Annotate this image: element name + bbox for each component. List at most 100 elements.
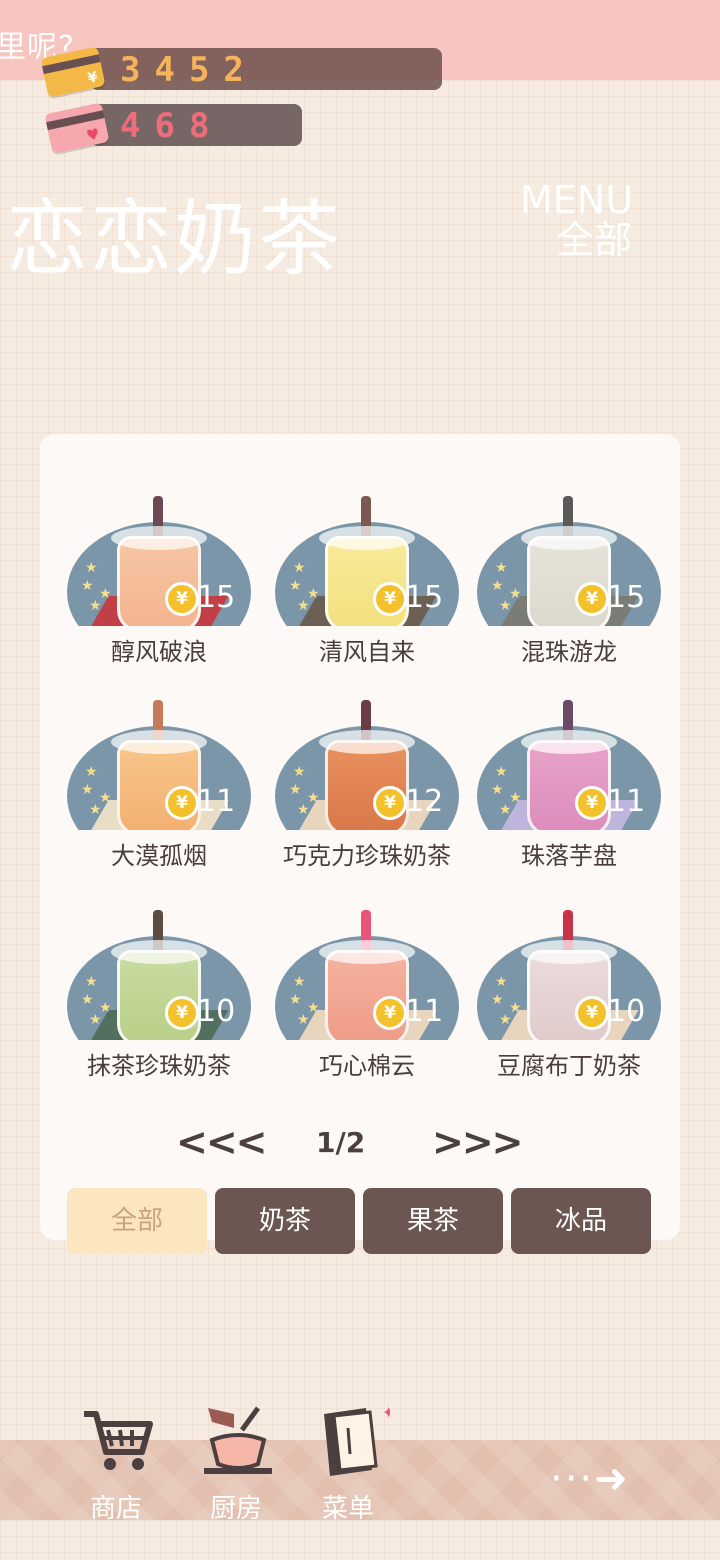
item-price: 11 <box>197 784 236 819</box>
star-icon: ★ <box>509 1000 522 1016</box>
drink-illustration: ★ ★ ★ ★ ¥11 <box>67 690 251 830</box>
star-icon: ★ <box>307 1000 320 1016</box>
item-price: 10 <box>197 994 236 1029</box>
star-icon: ★ <box>85 764 98 780</box>
drink-illustration: ★ ★ ★ ★ ¥15 <box>477 486 661 626</box>
star-icon: ★ <box>293 974 306 990</box>
item-name: 巧心棉云 <box>319 1052 415 1080</box>
star-icon: ★ <box>495 974 508 990</box>
item-price: 15 <box>405 580 444 615</box>
drink-illustration: ★ ★ ★ ★ ¥10 <box>477 900 661 1040</box>
menu-item-card[interactable]: ★ ★ ★ ★ ¥11 巧心棉云 <box>272 900 462 1100</box>
star-icon: ★ <box>85 560 98 576</box>
star-icon: ★ <box>307 586 320 602</box>
menu-item-card[interactable]: ★ ★ ★ ★ ¥15 混珠游龙 <box>474 486 664 686</box>
star-icon: ★ <box>293 764 306 780</box>
star-icon: ★ <box>495 764 508 780</box>
page-indicator: 1/2 <box>316 1126 366 1159</box>
menu-item-card[interactable]: ★ ★ ★ ★ ¥15 醇风破浪 <box>64 486 254 686</box>
nav-menu-button[interactable]: ✦ 菜单 <box>298 1400 398 1530</box>
cart-icon <box>84 1411 153 1470</box>
coin-icon: ¥ <box>165 582 199 616</box>
menu-item-card[interactable]: ★ ★ ★ ★ ¥11 大漠孤烟 <box>64 690 254 890</box>
star-icon: ★ <box>85 974 98 990</box>
item-name: 清风自来 <box>319 638 415 666</box>
shop-title: 恋恋奶茶 <box>6 192 343 287</box>
drink-illustration: ★ ★ ★ ★ ¥10 <box>67 900 251 1040</box>
coin-icon: ¥ <box>373 582 407 616</box>
cup-lid-icon <box>319 526 415 550</box>
drink-illustration: ★ ★ ★ ★ ¥12 <box>275 690 459 830</box>
cup-lid-icon <box>521 730 617 754</box>
coin-icon: ¥ <box>373 996 407 1030</box>
filter-tab-ice[interactable]: 冰品 <box>511 1188 651 1254</box>
star-icon: ★ <box>491 782 504 798</box>
nav-shop-label: 商店 <box>89 1494 142 1524</box>
menu-item-card[interactable]: ★ ★ ★ ★ ¥10 豆腐布丁奶茶 <box>474 900 664 1100</box>
star-icon: ★ <box>509 586 522 602</box>
menu-item-card[interactable]: ★ ★ ★ ★ ¥10 抹茶珍珠奶茶 <box>64 900 254 1100</box>
coin-icon: ¥ <box>575 996 609 1030</box>
drink-illustration: ★ ★ ★ ★ ¥11 <box>275 900 459 1040</box>
prev-page-button[interactable]: <<< <box>176 1120 268 1164</box>
nav-shop-button[interactable]: 商店 <box>66 1400 166 1530</box>
menu-label-line2: 全部 <box>555 218 632 262</box>
menu-item-card[interactable]: ★ ★ ★ ★ ¥11 珠落芋盘 <box>474 690 664 890</box>
star-icon: ★ <box>289 578 302 594</box>
filter-tab-fruit-tea[interactable]: 果茶 <box>363 1188 503 1254</box>
nav-kitchen-label: 厨房 <box>209 1494 262 1524</box>
item-name: 巧克力珍珠奶茶 <box>283 842 451 870</box>
star-icon: ★ <box>307 790 320 806</box>
star-icon: ★ <box>81 992 94 1008</box>
cup-lid-icon <box>521 526 617 550</box>
star-icon: ★ <box>99 1000 112 1016</box>
coin-icon: ¥ <box>575 786 609 820</box>
cup-lid-icon <box>319 730 415 754</box>
cup-lid-icon <box>521 940 617 964</box>
coin-icon: ¥ <box>575 582 609 616</box>
item-name: 抹茶珍珠奶茶 <box>87 1052 231 1080</box>
hearts-value: 468 <box>120 106 224 146</box>
item-name: 醇风破浪 <box>111 638 207 666</box>
drink-illustration: ★ ★ ★ ★ ¥15 <box>67 486 251 626</box>
drink-illustration: ★ ★ ★ ★ ¥15 <box>275 486 459 626</box>
star-icon: ★ <box>81 578 94 594</box>
pagination: <<< 1/2 >>> <box>176 1120 536 1166</box>
menu-label-line1: MENU <box>520 178 634 222</box>
star-icon: ★ <box>289 782 302 798</box>
menu-category-label: MENU 全部 <box>520 178 634 262</box>
star-icon: ★ <box>491 992 504 1008</box>
star-icon: ★ <box>491 578 504 594</box>
star-icon: ★ <box>509 790 522 806</box>
nav-kitchen-button[interactable]: 厨房 <box>186 1400 286 1530</box>
money-value: 3452 <box>120 50 258 90</box>
star-icon: ★ <box>81 782 94 798</box>
filter-tab-all[interactable]: 全部 <box>67 1188 207 1254</box>
star-icon: ★ <box>99 586 112 602</box>
star-icon: ★ <box>495 560 508 576</box>
menu-item-card[interactable]: ★ ★ ★ ★ ¥12 巧克力珍珠奶茶 <box>272 690 462 890</box>
menu-item-card[interactable]: ★ ★ ★ ★ ¥15 清风自来 <box>272 486 462 686</box>
cup-lid-icon <box>319 940 415 964</box>
menu-book-icon: ✦ <box>324 1403 390 1476</box>
cup-lid-icon <box>111 940 207 964</box>
cup-lid-icon <box>111 526 207 550</box>
item-name: 混珠游龙 <box>521 638 617 666</box>
item-price: 10 <box>607 994 646 1029</box>
next-scene-arrow[interactable]: ···➜ <box>550 1456 630 1502</box>
item-price: 11 <box>607 784 646 819</box>
item-price: 15 <box>607 580 646 615</box>
star-icon: ★ <box>99 790 112 806</box>
drink-illustration: ★ ★ ★ ★ ¥11 <box>477 690 661 830</box>
filter-tab-milk-tea[interactable]: 奶茶 <box>215 1188 355 1254</box>
nav-menu-label: 菜单 <box>321 1494 374 1524</box>
item-price: 12 <box>405 784 444 819</box>
star-icon: ★ <box>289 992 302 1008</box>
next-page-button[interactable]: >>> <box>432 1120 524 1164</box>
kitchen-icon <box>204 1406 272 1474</box>
coin-icon: ¥ <box>165 996 199 1030</box>
coin-icon: ¥ <box>165 786 199 820</box>
cup-lid-icon <box>111 730 207 754</box>
item-price: 15 <box>197 580 236 615</box>
item-price: 11 <box>405 994 444 1029</box>
